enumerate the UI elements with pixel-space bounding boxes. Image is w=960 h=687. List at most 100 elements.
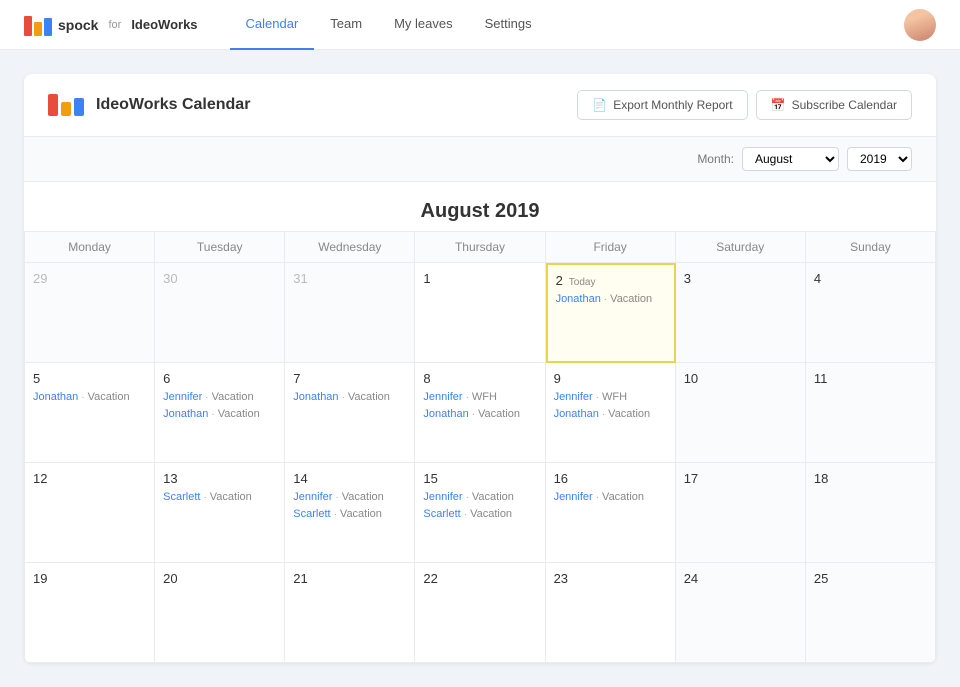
calendar-cell[interactable]: 8 Jennifer·WFH Jonathan ·Vacation (415, 363, 545, 463)
calendar-header: IdeoWorks Calendar 📄 Export Monthly Repo… (24, 74, 936, 137)
event-person-name[interactable]: Jennifer (293, 490, 332, 505)
calendar-event[interactable]: Scarlett·Vacation (163, 490, 276, 505)
event-person-name[interactable]: Jonathan (556, 292, 601, 307)
calendar-event[interactable]: Jonathan·Vacation (163, 407, 276, 422)
event-separator: · (472, 408, 475, 422)
calendar-cell[interactable]: 17 (676, 463, 806, 563)
calendar-cell[interactable]: 24 (676, 563, 806, 663)
event-person-name[interactable]: Jonathan (163, 407, 208, 422)
event-person-name[interactable]: Jennifer (423, 390, 462, 405)
calendar-cell[interactable]: 21 (285, 563, 415, 663)
logo-area: spock for IdeoWorks (24, 14, 198, 36)
month-label: Month: (697, 152, 734, 166)
calendar-cell[interactable]: 6Jennifer·VacationJonathan·Vacation (155, 363, 285, 463)
event-separator: · (596, 391, 599, 405)
event-separator: · (342, 391, 345, 405)
calendar-cell[interactable]: 23 (546, 563, 676, 663)
calendar-event[interactable]: Jennifer·Vacation (554, 490, 667, 505)
event-type-label: Vacation (212, 390, 254, 405)
event-person-name[interactable]: Scarlett (293, 507, 330, 522)
calendar-cell[interactable]: 9 Jennifer·WFH Jonathan·Vacation (546, 363, 676, 463)
month-select[interactable]: JanuaryFebruaryMarchAprilMayJuneJulyAugu… (742, 147, 839, 171)
day-number: 19 (33, 571, 47, 586)
calendar-cell[interactable]: 16 Jennifer·Vacation (546, 463, 676, 563)
export-label: Export Monthly Report (613, 98, 732, 112)
event-separator: · (205, 391, 208, 405)
event-person-name[interactable]: Jennifer (163, 390, 202, 405)
calendar-cell[interactable]: 31 (285, 263, 415, 363)
calendar-cell[interactable]: 14Jennifer·VacationScarlett·Vacation (285, 463, 415, 563)
event-person-name[interactable]: Jonathan (33, 390, 78, 405)
day-number: 9 (554, 371, 561, 386)
calendar-event[interactable]: Scarlett·Vacation (293, 507, 406, 522)
nav-link-team[interactable]: Team (314, 0, 378, 50)
avatar[interactable] (904, 9, 936, 41)
day-number: 12 (33, 471, 47, 486)
logo-bar-yellow (61, 102, 71, 116)
event-person-name[interactable]: Scarlett (423, 507, 460, 522)
event-person-name[interactable]: Scarlett (163, 490, 200, 505)
subscribe-label: Subscribe Calendar (792, 98, 897, 112)
calendar-event[interactable]: Jennifer·Vacation (293, 490, 406, 505)
calendar-cell[interactable]: 3 (676, 263, 806, 363)
calendar-cell[interactable]: 12 (25, 463, 155, 563)
calendar-event[interactable]: Jennifer·WFH (423, 390, 536, 405)
calendar-event[interactable]: Jonathan ·Vacation (423, 407, 536, 422)
logo-bar-red (48, 94, 58, 116)
calendar-cell[interactable]: 25 (806, 563, 936, 663)
export-button[interactable]: 📄 Export Monthly Report (577, 90, 747, 120)
subscribe-button[interactable]: 📅 Subscribe Calendar (756, 90, 912, 120)
day-number: 15 (423, 471, 437, 486)
calendar-cell[interactable]: 2TodayJonathan·Vacation (546, 263, 676, 363)
calendar-event[interactable]: Scarlett·Vacation (423, 507, 536, 522)
event-person-name[interactable]: Jonathan (293, 390, 338, 405)
day-number: 16 (554, 471, 568, 486)
calendar-cell[interactable]: 18 (806, 463, 936, 563)
event-separator: · (335, 491, 338, 505)
event-separator: · (602, 408, 605, 422)
calendar-logo-icon (48, 94, 84, 116)
event-person-name[interactable]: Jonathan (554, 407, 599, 422)
calendar-cell[interactable]: 5Jonathan·Vacation (25, 363, 155, 463)
day-number: 14 (293, 471, 307, 486)
nav-link-settings[interactable]: Settings (469, 0, 548, 50)
calendar-cell[interactable]: 1 (415, 263, 545, 363)
nav-link-calendar[interactable]: Calendar (230, 0, 315, 50)
calendar-event[interactable]: Jennifer·Vacation (423, 490, 536, 505)
day-number: 25 (814, 571, 828, 586)
calendar-cell[interactable]: 11 (806, 363, 936, 463)
event-person-name[interactable]: Jennifer (554, 390, 593, 405)
calendar-event[interactable]: Jonathan·Vacation (556, 292, 666, 307)
year-select[interactable]: 20172018201920202021 (847, 147, 912, 171)
calendar-cell[interactable]: 4 (806, 263, 936, 363)
calendar-cell[interactable]: 15 Jennifer·Vacation Scarlett·Vacation (415, 463, 545, 563)
calendar-cell[interactable]: 29 (25, 263, 155, 363)
calendar-cell[interactable]: 22 (415, 563, 545, 663)
calendar-event[interactable]: Jennifer· Vacation (163, 390, 276, 405)
calendar-event[interactable]: Jonathan·Vacation (293, 390, 406, 405)
day-number: 20 (163, 571, 177, 586)
calendar-cell[interactable]: 13Scarlett·Vacation (155, 463, 285, 563)
event-separator: · (334, 508, 337, 522)
event-person-name[interactable]: Jonathan (423, 407, 468, 422)
calendar-event[interactable]: Jonathan·Vacation (33, 390, 146, 405)
navbar: spock for IdeoWorks CalendarTeamMy leave… (0, 0, 960, 50)
calendar-event[interactable]: Jonathan·Vacation (554, 407, 667, 422)
event-person-name[interactable]: Jennifer (423, 490, 462, 505)
event-type-label: Vacation (478, 407, 520, 422)
calendar-title: IdeoWorks Calendar (96, 96, 250, 114)
day-header-tuesday: Tuesday (155, 232, 285, 263)
nav-link-my-leaves[interactable]: My leaves (378, 0, 469, 50)
calendar-cell[interactable]: 19 (25, 563, 155, 663)
calendar-cell[interactable]: 10 (676, 363, 806, 463)
day-number: 2 (556, 273, 563, 288)
calendar-event[interactable]: Jennifer·WFH (554, 390, 667, 405)
day-number: 21 (293, 571, 307, 586)
day-number: 8 (423, 371, 430, 386)
day-header-saturday: Saturday (676, 232, 806, 263)
day-header-sunday: Sunday (806, 232, 936, 263)
event-person-name[interactable]: Jennifer (554, 490, 593, 505)
calendar-cell[interactable]: 7Jonathan·Vacation (285, 363, 415, 463)
calendar-cell[interactable]: 20 (155, 563, 285, 663)
calendar-cell[interactable]: 30 (155, 263, 285, 363)
